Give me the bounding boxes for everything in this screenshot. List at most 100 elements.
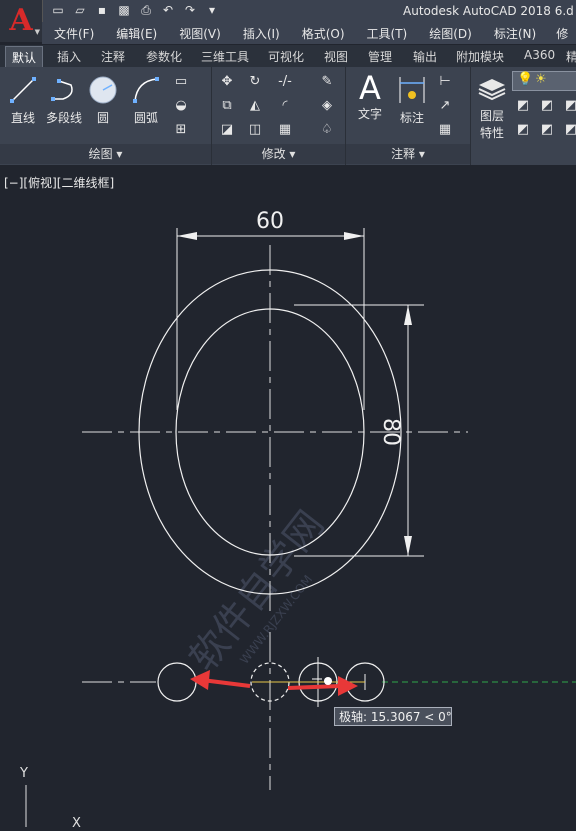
text-label: 文字 xyxy=(357,107,382,121)
circle-label: 圆 xyxy=(96,111,109,125)
dimension-label: 标注 xyxy=(399,111,424,125)
text-icon: A xyxy=(359,69,381,107)
dimension-icon xyxy=(399,77,425,103)
application-menu-button[interactable]: A ▼ xyxy=(0,0,43,42)
move-icon[interactable]: ✥ xyxy=(218,73,236,89)
layer-dropdown[interactable]: 💡 ☀ xyxy=(512,71,576,91)
copy-icon[interactable]: ⧉ xyxy=(218,97,236,113)
fillet-icon[interactable]: ◜ xyxy=(276,97,294,113)
menu-modify[interactable]: 修 xyxy=(556,22,568,44)
menu-dimension[interactable]: 标注(N) xyxy=(494,22,536,44)
boundary-icon[interactable]: ⊞ xyxy=(172,121,190,137)
mirror-icon[interactable]: ◭ xyxy=(246,97,264,113)
layer-properties-button[interactable]: 图层 特性 xyxy=(474,75,510,141)
arc-icon xyxy=(133,77,159,103)
array-icon[interactable]: ▦ xyxy=(276,121,294,137)
tab-a360[interactable]: A360 xyxy=(524,48,555,62)
quick-access-toolbar: ▭ ▱ ▪ ▩ ⎙ ↶ ↷ ▾ xyxy=(50,2,220,18)
layer-properties-label-2: 特性 xyxy=(479,126,504,140)
layer-off-icon[interactable]: ◩ xyxy=(514,121,532,137)
dimension-tool-button[interactable]: 标注 xyxy=(394,75,430,126)
tab-visualize[interactable]: 可视化 xyxy=(268,48,304,65)
annotate-panel-footer[interactable]: 注释 ▾ xyxy=(346,144,470,164)
print-icon[interactable]: ⎙ xyxy=(138,2,154,18)
line-icon xyxy=(10,77,36,103)
menu-format[interactable]: 格式(O) xyxy=(302,22,345,44)
lightbulb-icon: 💡 xyxy=(517,72,534,87)
table-icon[interactable]: ▦ xyxy=(436,121,454,137)
tab-annotate[interactable]: 注释 xyxy=(101,48,125,65)
layer-lock-icon[interactable]: ◩ xyxy=(538,121,556,137)
linear-dimension-icon[interactable]: ⊢ xyxy=(436,73,454,89)
tab-default[interactable]: 默认 xyxy=(5,46,44,68)
tab-insert[interactable]: 插入 xyxy=(57,48,81,65)
cursor-crosshair xyxy=(312,677,332,685)
layers-icon xyxy=(478,79,506,101)
panel-separator xyxy=(470,67,471,165)
saveas-icon[interactable]: ▩ xyxy=(116,2,132,18)
ribbon: 直线 多段线 圆 圆弧 ▭ ◒ ⊞ 绘图 ▾ ✥ ↻ -/- ✎ ⧉ ◭ ◜ ◈… xyxy=(0,67,576,165)
sun-icon: ☀ xyxy=(535,72,547,87)
layer-match-icon[interactable]: ◩ xyxy=(514,97,532,113)
undo-icon[interactable]: ↶ xyxy=(160,2,176,18)
open-icon[interactable]: ▱ xyxy=(72,2,88,18)
ucs-x-label: X xyxy=(72,816,81,831)
draw-panel-footer[interactable]: 绘图 ▾ xyxy=(0,144,211,164)
menu-draw[interactable]: 绘图(D) xyxy=(429,22,472,44)
dimension-60-text: 60 xyxy=(256,209,284,234)
offset-icon[interactable]: ♤ xyxy=(318,121,336,137)
tab-parametric[interactable]: 参数化 xyxy=(146,48,182,65)
polar-tracking-tooltip: 极轴: 15.3067 < 0° xyxy=(334,707,452,726)
tab-featured[interactable]: 精 xyxy=(566,48,576,65)
polyline-label: 多段线 xyxy=(45,111,82,125)
polyline-icon xyxy=(51,79,73,101)
arc-tool-button[interactable]: 圆弧 xyxy=(126,75,166,126)
scale-icon[interactable]: ◫ xyxy=(246,121,264,137)
circle-tool-button[interactable]: 圆 xyxy=(86,75,120,126)
arc-label: 圆弧 xyxy=(133,111,158,125)
menu-edit[interactable]: 编辑(E) xyxy=(116,22,157,44)
modify-panel-footer[interactable]: 修改 ▾ xyxy=(212,144,345,164)
polyline-tool-button[interactable]: 多段线 xyxy=(42,75,86,126)
ucs-y-label: Y xyxy=(20,766,28,781)
layer-properties-label-1: 图层 xyxy=(479,109,504,123)
rotate-icon[interactable]: ↻ xyxy=(246,73,264,89)
leader-icon[interactable]: ↗ xyxy=(436,97,454,113)
layer-freeze-icon[interactable]: ◩ xyxy=(562,97,576,113)
chevron-down-icon: ▼ xyxy=(34,28,40,36)
tab-manage[interactable]: 管理 xyxy=(368,48,392,65)
menu-file[interactable]: 文件(F) xyxy=(54,22,94,44)
new-icon[interactable]: ▭ xyxy=(50,2,66,18)
erase-icon[interactable]: ✎ xyxy=(318,73,336,89)
trim-icon[interactable]: -/- xyxy=(276,73,294,89)
explode-icon[interactable]: ◈ xyxy=(318,97,336,113)
save-icon[interactable]: ▪ xyxy=(94,2,110,18)
line-tool-button[interactable]: 直线 xyxy=(6,75,40,126)
dimension-80-text: 80 xyxy=(378,418,403,446)
window-title: Autodesk AutoCAD 2018 6.d xyxy=(403,4,574,18)
menu-tools[interactable]: 工具(T) xyxy=(367,22,408,44)
drawing-canvas[interactable]: 软件自学网 WWW.RJZXW.COM 60 80 xyxy=(0,165,576,827)
text-tool-button[interactable]: A 文字 xyxy=(354,71,386,122)
hatch-icon[interactable]: ◒ xyxy=(172,97,190,113)
layer-unlock-icon[interactable]: ◩ xyxy=(562,121,576,137)
rectangle-icon[interactable]: ▭ xyxy=(172,73,190,89)
tab-view[interactable]: 视图 xyxy=(324,48,348,65)
redo-icon[interactable]: ↷ xyxy=(182,2,198,18)
circle-icon xyxy=(89,76,117,104)
menu-insert[interactable]: 插入(I) xyxy=(243,22,280,44)
line-label: 直线 xyxy=(10,111,35,125)
menu-bar: 文件(F) 编辑(E) 视图(V) 插入(I) 格式(O) 工具(T) 绘图(D… xyxy=(42,22,576,44)
menu-view[interactable]: 视图(V) xyxy=(179,22,221,44)
red-arrow-right xyxy=(287,676,358,696)
ribbon-tabs: 默认 插入 注释 参数化 三维工具 可视化 视图 管理 输出 附加模块 A360… xyxy=(0,45,576,68)
small-circle-1[interactable] xyxy=(157,662,197,702)
tab-output[interactable]: 输出 xyxy=(413,48,437,65)
layer-isolate-icon[interactable]: ◩ xyxy=(538,97,556,113)
watermark: 软件自学网 WWW.RJZXW.COM xyxy=(181,503,333,680)
tab-addins[interactable]: 附加模块 xyxy=(456,48,504,65)
autocad-logo: A xyxy=(9,3,33,38)
customize-icon[interactable]: ▾ xyxy=(204,2,220,18)
stretch-icon[interactable]: ◪ xyxy=(218,121,236,137)
tab-3d-tools[interactable]: 三维工具 xyxy=(201,48,249,65)
